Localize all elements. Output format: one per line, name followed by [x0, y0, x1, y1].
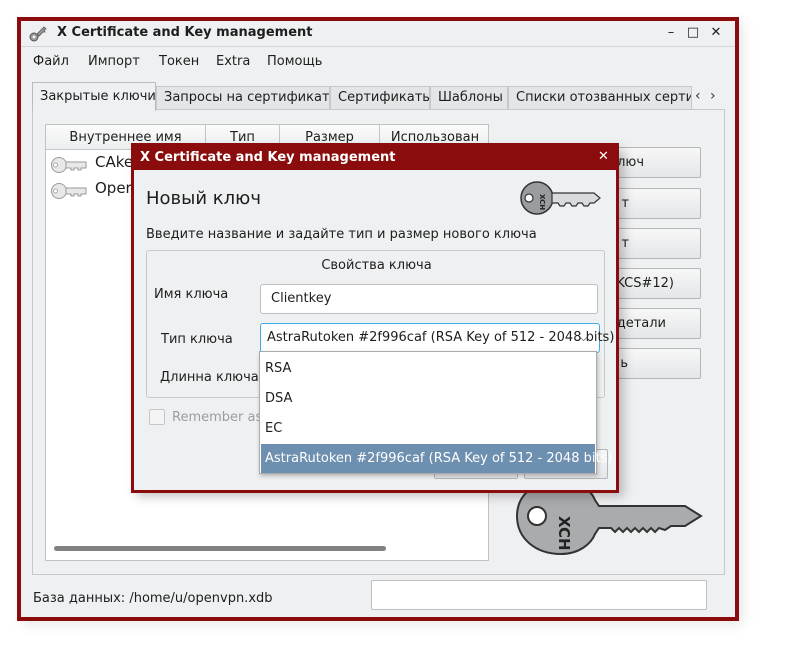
key-name-label: Имя ключа [154, 287, 229, 302]
dropdown-option-rsa[interactable]: RSA [261, 354, 595, 383]
key-name-value: Clientkey [271, 291, 332, 306]
tab-revocation-lists[interactable]: Списки отозванных сертиф [508, 86, 692, 110]
group-title: Свойства ключа [321, 258, 432, 273]
tab-bar: Закрытые ключи Запросы на сертификаты Се… [32, 82, 722, 111]
tab-scroll-right-icon[interactable]: › [710, 88, 716, 104]
menubar: Файл Импорт Токен Extra Помощь [21, 49, 735, 73]
dialog-heading: Новый ключ [146, 188, 261, 209]
database-path-label: База данных: /home/u/openvpn.xdb [33, 591, 273, 606]
menu-file[interactable]: Файл [33, 54, 69, 69]
title-bar[interactable]: X Certificate and Key management – □ ✕ [21, 21, 735, 47]
dropdown-option-token[interactable]: AstraRutoken #2f996caf (RSA Key of 512 -… [261, 444, 612, 473]
key-type-label: Тип ключа [161, 332, 233, 347]
maximize-button[interactable]: □ [684, 24, 702, 42]
key-icon [51, 157, 87, 173]
menu-import[interactable]: Импорт [88, 54, 140, 69]
remember-checkbox[interactable] [149, 409, 165, 425]
key-type-dropdown[interactable]: RSA DSA EC AstraRutoken #2f996caf (RSA K… [259, 351, 612, 474]
menu-help[interactable]: Помощь [267, 54, 322, 69]
close-window-button[interactable]: ✕ [707, 24, 725, 42]
menu-extra[interactable]: Extra [216, 54, 250, 69]
minimize-button[interactable]: – [662, 24, 680, 42]
dropdown-option-dsa[interactable]: DSA [261, 384, 595, 413]
dialog-title-bar[interactable]: X Certificate and Key management ✕ [134, 146, 616, 170]
key-icon: XCH [520, 181, 601, 215]
key-name: Oper [95, 179, 132, 197]
key-name: CAke [95, 153, 134, 171]
dialog-title: X Certificate and Key management [140, 150, 396, 165]
key-icon [51, 183, 87, 199]
close-icon[interactable]: ✕ [598, 149, 609, 164]
app-key-icon [29, 26, 47, 42]
tab-private-keys[interactable]: Закрытые ключи [32, 82, 156, 111]
dropdown-option-ec[interactable]: EC [261, 414, 595, 443]
key-type-select[interactable]: AstraRutoken #2f996caf (RSA Key of 512 -… [260, 323, 614, 353]
dialog-description: Введите название и задайте тип и размер … [146, 227, 537, 242]
key-name-input[interactable]: Clientkey [260, 284, 598, 314]
menu-token[interactable]: Токен [159, 54, 199, 69]
tab-scroll-left-icon[interactable]: ‹ [695, 88, 701, 104]
tab-templates[interactable]: Шаблоны [430, 86, 508, 110]
chevron-down-icon: ⌵ [579, 330, 589, 344]
status-field [371, 580, 707, 610]
window-title: X Certificate and Key management [57, 25, 313, 40]
tab-certificate-requests[interactable]: Запросы на сертификаты [156, 86, 330, 110]
horizontal-scrollbar[interactable] [54, 546, 386, 551]
svg-text:XCH: XCH [555, 516, 573, 551]
key-type-value: AstraRutoken #2f996caf (RSA Key of 512 -… [267, 330, 615, 345]
svg-text:XCH: XCH [538, 194, 546, 210]
key-length-label: Длинна ключа [160, 370, 259, 385]
tab-certificates[interactable]: Сертификаты [330, 86, 430, 110]
